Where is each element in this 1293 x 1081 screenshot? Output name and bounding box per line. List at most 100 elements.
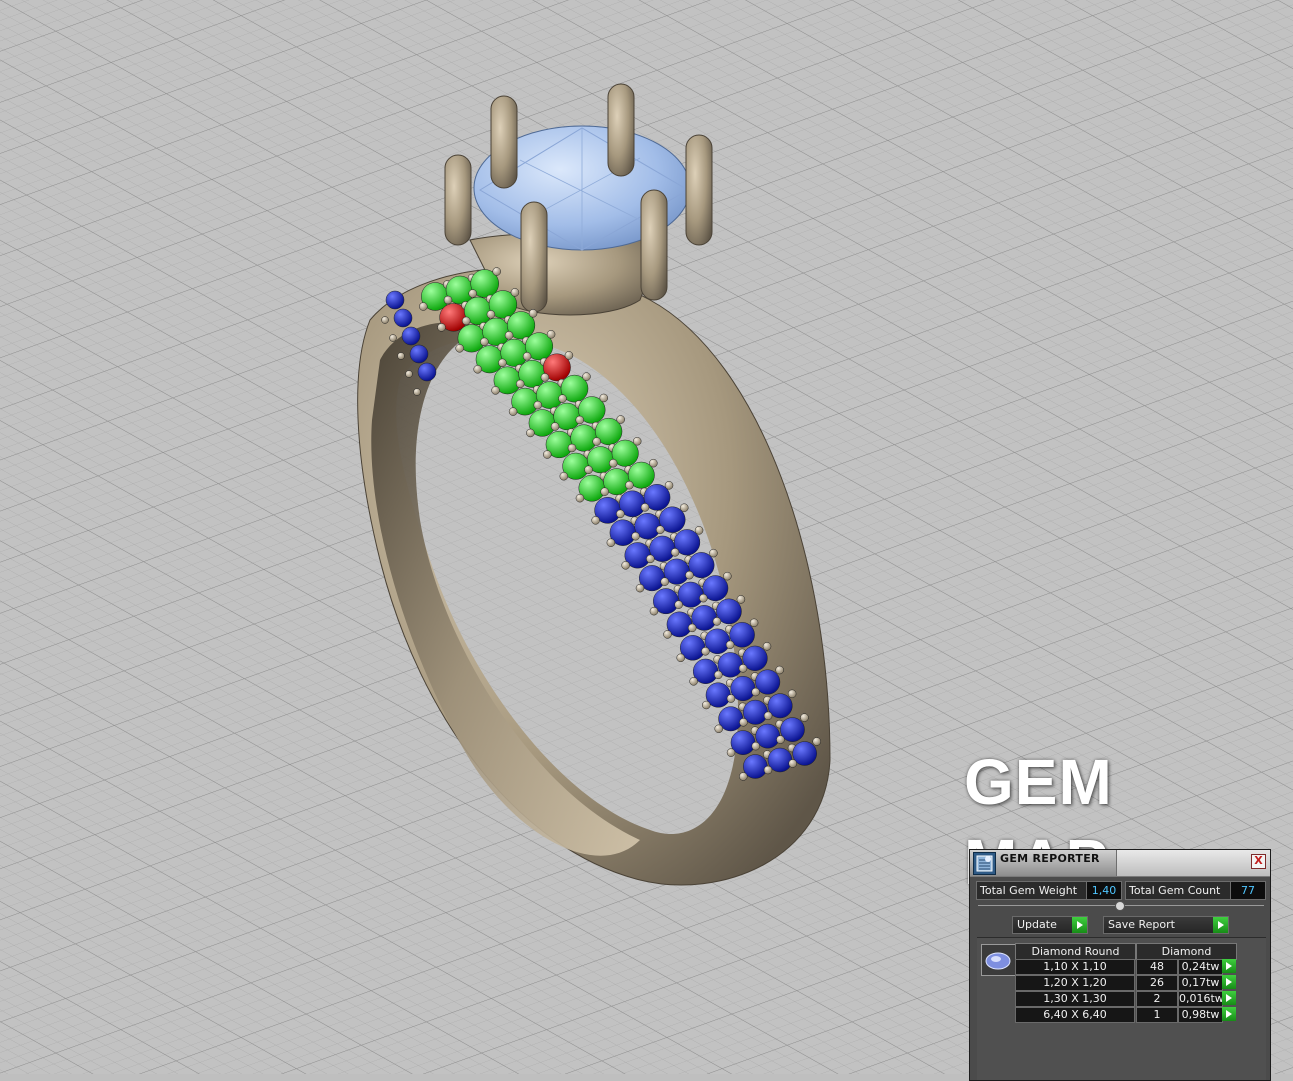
prong-bead	[775, 665, 784, 675]
prong-bead	[726, 748, 736, 757]
prong-bead	[533, 400, 543, 410]
prong-bead	[694, 526, 704, 535]
prong-bead	[413, 388, 421, 396]
play-arrow-icon	[1213, 917, 1228, 933]
prong-bead	[599, 393, 609, 403]
prong-bead	[546, 330, 556, 339]
gem-size-cell: 1,20 X 1,20	[1015, 975, 1135, 991]
prong-bead	[749, 618, 759, 628]
gem-weight-cell: 0,24tw	[1178, 959, 1223, 975]
prong-bead	[592, 437, 601, 446]
panel-titlebar[interactable]: GEM REPORTER X	[970, 850, 1270, 877]
prong-bead	[419, 302, 428, 311]
prong-bead	[558, 394, 567, 403]
prong-bead	[522, 352, 532, 361]
prong-bead	[689, 677, 698, 686]
row-play-arrow-icon[interactable]	[1222, 959, 1236, 973]
update-button[interactable]: Update	[1012, 916, 1088, 934]
prong-bead	[788, 759, 797, 768]
total-gem-weight-label: Total Gem Weight	[976, 881, 1087, 900]
prong-bead	[508, 407, 518, 416]
column-header-shape: Diamond Round	[1015, 943, 1136, 960]
prong-bead	[473, 365, 482, 374]
prong-bead	[381, 316, 389, 324]
row-play-arrow-icon[interactable]	[1222, 975, 1236, 989]
column-header-material: Diamond	[1136, 943, 1237, 960]
close-button[interactable]: X	[1251, 854, 1266, 869]
save-report-button[interactable]: Save Report	[1103, 916, 1229, 934]
total-gem-count-label: Total Gem Count	[1125, 881, 1231, 900]
prong-bead	[389, 334, 397, 342]
prong-bead	[736, 595, 746, 604]
prong-bead	[640, 503, 650, 512]
prong-bead	[575, 493, 585, 503]
prong-bead	[461, 316, 471, 326]
gem-weight-cell: 0,17tw	[1178, 975, 1223, 991]
prong-bead	[660, 577, 669, 586]
gem-blue	[417, 362, 437, 382]
prong-bead	[676, 653, 685, 663]
prong-bead	[763, 711, 773, 721]
prong-bead	[664, 481, 674, 490]
prong-bead	[582, 372, 591, 381]
prong-bead	[498, 358, 507, 368]
prong-bead	[567, 443, 577, 453]
total-gem-count-value: 77	[1230, 881, 1266, 900]
prong-bead	[670, 548, 680, 557]
gem-weight-cell: 0,98tw	[1178, 1007, 1223, 1023]
gem-size-cell: 6,40 X 6,40	[1015, 1007, 1135, 1023]
prong-bead	[646, 554, 655, 564]
prong-bead	[455, 344, 464, 353]
prong-bead	[584, 465, 593, 474]
prong-bead	[515, 379, 525, 389]
prong-bead	[751, 741, 760, 751]
slider-knob[interactable]	[1115, 901, 1125, 911]
prong-bead	[510, 288, 520, 297]
prong-bead	[787, 689, 797, 699]
prong-bead	[674, 600, 683, 609]
prong-bead	[702, 700, 711, 710]
prong-bead	[687, 623, 697, 633]
prong-bead	[739, 718, 748, 727]
panel-tab: GEM REPORTER	[970, 850, 1117, 876]
play-arrow-icon	[1072, 917, 1087, 933]
prong-bead	[591, 516, 600, 525]
prong-bead	[739, 772, 748, 781]
prong-bead	[635, 583, 645, 593]
prong-bead	[600, 487, 609, 496]
prong-bead	[812, 737, 821, 746]
prong-bead	[491, 386, 500, 395]
prong-bead	[405, 370, 413, 378]
prong-bead	[656, 525, 665, 534]
prong-bead	[663, 630, 672, 639]
prong-bead	[738, 664, 748, 673]
prong-bead	[709, 548, 718, 558]
row-play-arrow-icon[interactable]	[1222, 1007, 1236, 1021]
prong-bead	[468, 289, 477, 298]
prong-bead	[504, 331, 514, 340]
prong-bead	[751, 687, 760, 697]
prong-bead	[701, 647, 710, 656]
prong-bead	[726, 694, 736, 703]
gem-count-cell: 2	[1136, 991, 1178, 1007]
gem-reporter-panel: GEM REPORTER X Total Gem Weight 1,40 Tot…	[969, 849, 1271, 1081]
prong-bead	[714, 670, 723, 680]
prong-bead	[528, 309, 538, 318]
row-play-arrow-icon[interactable]	[1222, 991, 1236, 1005]
gem-weight-cell: 0,016tw	[1178, 991, 1224, 1007]
prong-bead	[437, 323, 446, 332]
gem-count-cell: 26	[1136, 975, 1178, 991]
prong-bead	[763, 765, 773, 775]
prong-bead	[443, 295, 453, 305]
prong-bead	[625, 480, 634, 490]
prong-bead	[621, 561, 630, 570]
prong-bead	[725, 640, 735, 650]
prong-bead	[397, 352, 405, 360]
gem-blue	[401, 326, 421, 346]
prong-bead	[559, 471, 569, 481]
prong-bead	[486, 310, 496, 319]
gem-blue	[409, 344, 429, 364]
save-report-label: Save Report	[1108, 918, 1175, 931]
diamond-thumbnail-icon[interactable]	[981, 944, 1016, 976]
prong-bead	[712, 617, 722, 626]
